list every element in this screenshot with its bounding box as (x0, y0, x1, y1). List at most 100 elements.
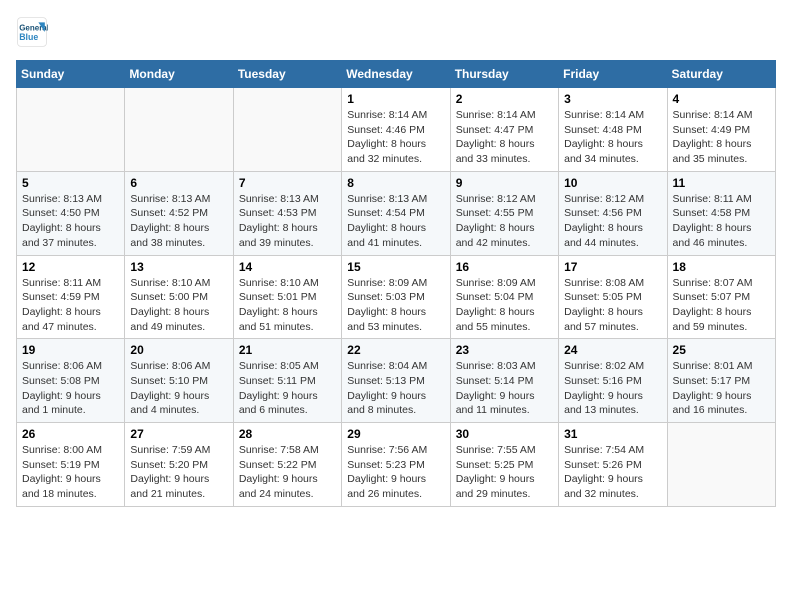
day-info: Sunrise: 8:04 AM Sunset: 5:13 PM Dayligh… (347, 359, 444, 418)
logo: General Blue (16, 16, 52, 48)
day-number: 28 (239, 427, 336, 441)
day-cell-5: 5Sunrise: 8:13 AM Sunset: 4:50 PM Daylig… (17, 171, 125, 255)
day-info: Sunrise: 7:55 AM Sunset: 5:25 PM Dayligh… (456, 443, 553, 502)
day-cell-12: 12 Sunrise: 8:11 AM Sunset: 4:59 PM Dayli… (17, 255, 125, 339)
day-number: 9 (456, 176, 553, 190)
day-cell-31: 31 Sunrise: 7:54 AM Sunset: 5:26 PM Dayli… (559, 423, 667, 507)
day-cell-8: 8 Sunrise: 8:13 AM Sunset: 4:54 PM Daylig… (342, 171, 450, 255)
day-number: 16 (456, 260, 553, 274)
day-number: 3 (564, 92, 661, 106)
day-info: Sunrise: 8:00 AM Sunset: 5:19 PM Dayligh… (22, 443, 119, 502)
day-cell-1: 1 Sunrise: 8:14 AM Sunset: 4:46 PM Daylig… (342, 88, 450, 172)
day-info: Sunrise: 8:06 AM Sunset: 5:08 PM Dayligh… (22, 359, 119, 418)
day-cell-11: 11Sunrise: 8:11 AM Sunset: 4:58 PM Dayli… (667, 171, 775, 255)
day-cell-23: 23 Sunrise: 8:03 AM Sunset: 5:14 PM Dayli… (450, 339, 558, 423)
day-number: 13 (130, 260, 227, 274)
weekday-header-tuesday: Tuesday (233, 61, 341, 88)
day-cell-9: 9Sunrise: 8:12 AM Sunset: 4:55 PM Daylig… (450, 171, 558, 255)
day-cell-29: 29Sunrise: 7:56 AM Sunset: 5:23 PM Dayli… (342, 423, 450, 507)
day-number: 10 (564, 176, 661, 190)
day-cell-26: 26 Sunrise: 8:00 AM Sunset: 5:19 PM Dayli… (17, 423, 125, 507)
day-cell-3: 3Sunrise: 8:14 AM Sunset: 4:48 PM Daylig… (559, 88, 667, 172)
day-number: 15 (347, 260, 444, 274)
day-cell-18: 18 Sunrise: 8:07 AM Sunset: 5:07 PM Dayli… (667, 255, 775, 339)
day-info: Sunrise: 8:14 AM Sunset: 4:46 PM Dayligh… (347, 108, 444, 167)
day-info: Sunrise: 8:07 AM Sunset: 5:07 PM Dayligh… (673, 276, 770, 335)
day-cell-15: 15 Sunrise: 8:09 AM Sunset: 5:03 PM Dayli… (342, 255, 450, 339)
weekday-header-thursday: Thursday (450, 61, 558, 88)
calendar-table: SundayMondayTuesdayWednesdayThursdayFrid… (16, 60, 776, 507)
day-number: 2 (456, 92, 553, 106)
day-info: Sunrise: 8:13 AM Sunset: 4:52 PM Dayligh… (130, 192, 227, 251)
day-info: Sunrise: 8:08 AM Sunset: 5:05 PM Dayligh… (564, 276, 661, 335)
logo-icon: General Blue (16, 16, 48, 48)
day-cell-22: 22 Sunrise: 8:04 AM Sunset: 5:13 PM Dayli… (342, 339, 450, 423)
day-info: Sunrise: 8:13 AM Sunset: 4:50 PM Dayligh… (22, 192, 119, 251)
day-info: Sunrise: 8:14 AM Sunset: 4:47 PM Dayligh… (456, 108, 553, 167)
weekday-header-monday: Monday (125, 61, 233, 88)
day-number: 7 (239, 176, 336, 190)
day-info: Sunrise: 8:05 AM Sunset: 5:11 PM Dayligh… (239, 359, 336, 418)
day-number: 8 (347, 176, 444, 190)
day-info: Sunrise: 8:14 AM Sunset: 4:49 PM Dayligh… (673, 108, 770, 167)
day-number: 30 (456, 427, 553, 441)
day-cell-19: 19 Sunrise: 8:06 AM Sunset: 5:08 PM Dayli… (17, 339, 125, 423)
day-cell-17: 17 Sunrise: 8:08 AM Sunset: 5:05 PM Dayli… (559, 255, 667, 339)
day-info: Sunrise: 8:06 AM Sunset: 5:10 PM Dayligh… (130, 359, 227, 418)
day-number: 6 (130, 176, 227, 190)
day-number: 25 (673, 343, 770, 357)
week-row-5: 26 Sunrise: 8:00 AM Sunset: 5:19 PM Dayli… (17, 423, 776, 507)
day-cell-28: 28 Sunrise: 7:58 AM Sunset: 5:22 PM Dayli… (233, 423, 341, 507)
weekday-row: SundayMondayTuesdayWednesdayThursdayFrid… (17, 61, 776, 88)
day-number: 20 (130, 343, 227, 357)
calendar-header: SundayMondayTuesdayWednesdayThursdayFrid… (17, 61, 776, 88)
day-info: Sunrise: 8:13 AM Sunset: 4:53 PM Dayligh… (239, 192, 336, 251)
weekday-header-wednesday: Wednesday (342, 61, 450, 88)
day-number: 22 (347, 343, 444, 357)
day-info: Sunrise: 8:01 AM Sunset: 5:17 PM Dayligh… (673, 359, 770, 418)
day-info: Sunrise: 8:02 AM Sunset: 5:16 PM Dayligh… (564, 359, 661, 418)
day-info: Sunrise: 8:11 AM Sunset: 4:58 PM Dayligh… (673, 192, 770, 251)
day-info: Sunrise: 7:59 AM Sunset: 5:20 PM Dayligh… (130, 443, 227, 502)
day-cell-6: 6 Sunrise: 8:13 AM Sunset: 4:52 PM Daylig… (125, 171, 233, 255)
day-number: 17 (564, 260, 661, 274)
weekday-header-friday: Friday (559, 61, 667, 88)
day-info: Sunrise: 7:58 AM Sunset: 5:22 PM Dayligh… (239, 443, 336, 502)
calendar-body: 1 Sunrise: 8:14 AM Sunset: 4:46 PM Daylig… (17, 88, 776, 507)
day-info: Sunrise: 8:10 AM Sunset: 5:01 PM Dayligh… (239, 276, 336, 335)
day-cell-16: 16 Sunrise: 8:09 AM Sunset: 5:04 PM Dayli… (450, 255, 558, 339)
day-cell-21: 21 Sunrise: 8:05 AM Sunset: 5:11 PM Dayli… (233, 339, 341, 423)
week-row-4: 19 Sunrise: 8:06 AM Sunset: 5:08 PM Dayli… (17, 339, 776, 423)
day-number: 21 (239, 343, 336, 357)
day-number: 26 (22, 427, 119, 441)
day-info: Sunrise: 8:09 AM Sunset: 5:04 PM Dayligh… (456, 276, 553, 335)
day-info: Sunrise: 8:11 AM Sunset: 4:59 PM Dayligh… (22, 276, 119, 335)
day-number: 1 (347, 92, 444, 106)
day-info: Sunrise: 7:54 AM Sunset: 5:26 PM Dayligh… (564, 443, 661, 502)
day-number: 4 (673, 92, 770, 106)
day-info: Sunrise: 8:03 AM Sunset: 5:14 PM Dayligh… (456, 359, 553, 418)
day-number: 31 (564, 427, 661, 441)
day-number: 19 (22, 343, 119, 357)
day-cell-2: 2 Sunrise: 8:14 AM Sunset: 4:47 PM Daylig… (450, 88, 558, 172)
day-info: Sunrise: 8:09 AM Sunset: 5:03 PM Dayligh… (347, 276, 444, 335)
day-cell-25: 25 Sunrise: 8:01 AM Sunset: 5:17 PM Dayli… (667, 339, 775, 423)
day-number: 29 (347, 427, 444, 441)
empty-cell (233, 88, 341, 172)
day-number: 14 (239, 260, 336, 274)
day-number: 18 (673, 260, 770, 274)
day-number: 23 (456, 343, 553, 357)
day-cell-10: 10Sunrise: 8:12 AM Sunset: 4:56 PM Dayli… (559, 171, 667, 255)
week-row-1: 1 Sunrise: 8:14 AM Sunset: 4:46 PM Daylig… (17, 88, 776, 172)
day-cell-4: 4 Sunrise: 8:14 AM Sunset: 4:49 PM Daylig… (667, 88, 775, 172)
day-cell-13: 13Sunrise: 8:10 AM Sunset: 5:00 PM Dayli… (125, 255, 233, 339)
day-cell-30: 30 Sunrise: 7:55 AM Sunset: 5:25 PM Dayli… (450, 423, 558, 507)
day-cell-27: 27Sunrise: 7:59 AM Sunset: 5:20 PM Dayli… (125, 423, 233, 507)
day-cell-14: 14 Sunrise: 8:10 AM Sunset: 5:01 PM Dayli… (233, 255, 341, 339)
day-cell-24: 24 Sunrise: 8:02 AM Sunset: 5:16 PM Dayli… (559, 339, 667, 423)
weekday-header-saturday: Saturday (667, 61, 775, 88)
day-info: Sunrise: 8:13 AM Sunset: 4:54 PM Dayligh… (347, 192, 444, 251)
day-number: 12 (22, 260, 119, 274)
empty-cell (667, 423, 775, 507)
day-number: 24 (564, 343, 661, 357)
